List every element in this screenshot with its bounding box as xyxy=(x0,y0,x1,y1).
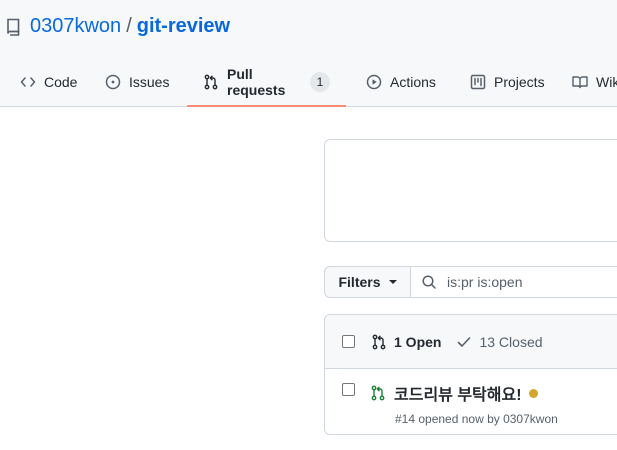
search-box[interactable] xyxy=(411,266,617,298)
repo-owner-link[interactable]: 0307kwon xyxy=(30,15,121,38)
tab-code-label: Code xyxy=(44,74,78,90)
tab-wiki-label: Wiki xyxy=(596,74,617,90)
pull-request-icon xyxy=(371,334,387,350)
pull-request-checkbox[interactable] xyxy=(342,383,355,396)
caret-down-icon xyxy=(388,280,397,284)
select-all-checkbox[interactable] xyxy=(342,335,355,348)
search-input[interactable] xyxy=(447,274,617,290)
repo-title: 0307kwon / git-review xyxy=(6,15,230,38)
book-icon xyxy=(572,74,588,90)
open-filter-link[interactable]: 1 Open xyxy=(371,334,441,350)
pull-request-meta: #14 opened now by 0307kwon xyxy=(395,412,558,426)
pull-request-list: 1 Open 13 Closed 코드리뷰 부탁해요! #14 opened n… xyxy=(324,314,617,435)
repo-name-link[interactable]: git-review xyxy=(137,15,230,38)
check-icon xyxy=(456,334,472,350)
pull-request-main: 코드리뷰 부탁해요! #14 opened now by 0307kwon xyxy=(370,381,558,426)
tab-issues[interactable]: Issues xyxy=(92,62,187,102)
play-icon xyxy=(366,74,382,90)
code-icon xyxy=(20,74,36,90)
pull-request-title-row: 코드리뷰 부탁해요! xyxy=(370,381,558,405)
pull-request-title-link[interactable]: 코드리뷰 부탁해요! xyxy=(394,381,522,405)
empty-banner-box xyxy=(324,139,617,242)
issue-icon xyxy=(105,74,121,90)
pending-status-dot[interactable] xyxy=(528,388,538,398)
search-icon xyxy=(421,274,437,290)
tab-actions-label: Actions xyxy=(390,74,436,90)
pull-request-icon xyxy=(203,74,219,90)
tab-pull-requests-label: Pull requests xyxy=(227,66,286,98)
tab-issues-label: Issues xyxy=(129,74,170,90)
pull-requests-counter: 1 xyxy=(310,72,330,92)
closed-filter-link[interactable]: 13 Closed xyxy=(456,333,543,350)
tab-actions[interactable]: Actions xyxy=(346,62,450,102)
repo-icon xyxy=(6,18,22,36)
tab-wiki[interactable]: Wiki xyxy=(556,62,617,102)
tab-pull-requests[interactable]: Pull requests 1 xyxy=(187,62,346,107)
filter-bar: Filters xyxy=(324,266,617,298)
tab-projects-label: Projects xyxy=(494,74,545,90)
project-icon xyxy=(470,74,486,90)
filters-label: Filters xyxy=(338,274,381,290)
list-item: 코드리뷰 부탁해요! #14 opened now by 0307kwon xyxy=(325,369,617,426)
filters-dropdown-button[interactable]: Filters xyxy=(324,266,411,298)
repo-nav-tabs: Code Issues Pull requests 1 Actions Proj… xyxy=(0,62,617,107)
open-pull-request-icon xyxy=(370,385,386,401)
repo-separator: / xyxy=(126,15,132,37)
tab-code[interactable]: Code xyxy=(0,62,92,102)
repo-header: 0307kwon / git-review Code Issues Pull r… xyxy=(0,0,617,107)
tab-projects[interactable]: Projects xyxy=(450,62,556,102)
open-count-label: 1 Open xyxy=(394,333,442,350)
list-header: 1 Open 13 Closed xyxy=(325,315,617,369)
closed-count-label: 13 Closed xyxy=(479,333,543,350)
